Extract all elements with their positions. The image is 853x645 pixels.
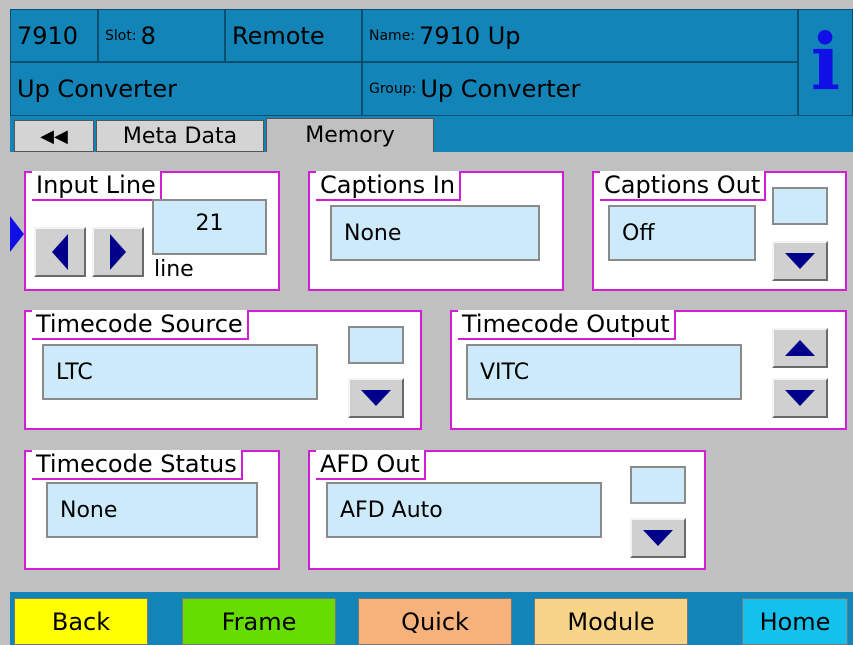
captions-out-field[interactable]: Off: [608, 205, 756, 261]
input-line-value[interactable]: 21: [152, 199, 267, 255]
input-line-increment-button[interactable]: [92, 227, 144, 277]
afd-out-down-button[interactable]: [630, 518, 686, 558]
timecode-status-panel: Timecode Status None: [24, 450, 280, 570]
timecode-output-up-button[interactable]: [772, 328, 828, 368]
timecode-status-value: None: [60, 497, 118, 523]
down-arrow-icon: [785, 390, 815, 406]
afd-out-value: AFD Auto: [340, 497, 443, 523]
module-button[interactable]: Module: [534, 598, 688, 645]
down-arrow-icon: [785, 253, 815, 269]
right-arrow-icon: [110, 234, 126, 270]
tab-memory[interactable]: Memory: [266, 118, 434, 152]
info-icon: i: [810, 16, 841, 108]
mode-label: Remote: [225, 9, 362, 62]
timecode-status-title: Timecode Status: [32, 450, 243, 480]
name-label: Name: 7910 Up: [362, 9, 798, 62]
captions-out-down-button[interactable]: [772, 241, 828, 281]
group-label-text: Group:: [369, 81, 417, 97]
model-text: 7910: [17, 21, 79, 50]
frame-button-label: Frame: [221, 607, 297, 636]
input-line-panel: Input Line 21 line: [24, 171, 280, 291]
captions-out-panel: Captions Out Off: [592, 171, 847, 291]
home-button-label: Home: [759, 607, 831, 636]
input-line-value-text: 21: [195, 211, 224, 236]
timecode-output-value: VITC: [480, 359, 530, 385]
tab-memory-label: Memory: [305, 123, 395, 148]
captions-out-title: Captions Out: [600, 171, 767, 201]
timecode-status-field: None: [46, 482, 258, 538]
timecode-source-panel: Timecode Source LTC: [24, 310, 422, 430]
slot-label: Slot: 8: [98, 9, 225, 62]
frame-button[interactable]: Frame: [182, 598, 336, 645]
name-value: 7910 Up: [419, 21, 521, 50]
timecode-source-down-button[interactable]: [348, 378, 404, 418]
tab-scroll-left-button[interactable]: ◀◀: [14, 120, 94, 152]
info-button[interactable]: i: [798, 9, 853, 116]
module-button-label: Module: [567, 607, 655, 636]
back-button[interactable]: Back: [14, 598, 148, 645]
slot-value: 8: [140, 21, 156, 50]
input-line-unit: line: [154, 257, 194, 282]
timecode-output-down-button[interactable]: [772, 378, 828, 418]
timecode-output-field[interactable]: VITC: [466, 344, 742, 400]
captions-in-title: Captions In: [316, 171, 462, 201]
timecode-output-panel: Timecode Output VITC: [450, 310, 847, 430]
tab-meta-data[interactable]: Meta Data: [96, 120, 264, 152]
quick-button-label: Quick: [401, 607, 469, 636]
timecode-source-field[interactable]: LTC: [42, 344, 318, 400]
captions-out-scroll-up-placeholder: [772, 187, 828, 225]
input-line-title: Input Line: [32, 171, 162, 201]
captions-in-panel: Captions In None: [308, 171, 564, 291]
timecode-source-title: Timecode Source: [32, 310, 249, 340]
left-arrow-icon: [52, 234, 68, 270]
afd-out-panel: AFD Out AFD Auto: [308, 450, 706, 570]
captions-in-field[interactable]: None: [330, 205, 540, 261]
up-arrow-icon: [785, 340, 815, 356]
afd-out-title: AFD Out: [316, 450, 426, 480]
selection-marker-icon: [10, 216, 24, 252]
back-button-label: Back: [51, 607, 111, 636]
double-left-arrow-icon: ◀◀: [40, 125, 68, 147]
afd-out-field[interactable]: AFD Auto: [326, 482, 602, 538]
name-label-text: Name:: [369, 27, 416, 44]
captions-out-value: Off: [622, 220, 655, 246]
down-arrow-icon: [361, 390, 391, 406]
group-label: Group: Up Converter: [362, 62, 798, 116]
mode-text: Remote: [232, 21, 325, 50]
timecode-source-scroll-up-placeholder: [348, 326, 404, 364]
captions-in-value: None: [344, 220, 402, 246]
input-line-decrement-button[interactable]: [34, 227, 86, 277]
type-text: Up Converter: [17, 75, 177, 103]
timecode-output-title: Timecode Output: [458, 310, 676, 340]
home-button[interactable]: Home: [742, 598, 848, 645]
model-label: 7910: [10, 9, 98, 62]
group-value: Up Converter: [420, 75, 581, 103]
afd-out-scroll-up-placeholder: [630, 466, 686, 504]
slot-label-text: Slot:: [105, 27, 137, 44]
quick-button[interactable]: Quick: [358, 598, 512, 645]
type-label: Up Converter: [10, 62, 362, 116]
tab-meta-data-label: Meta Data: [122, 123, 238, 149]
timecode-source-value: LTC: [56, 359, 93, 385]
down-arrow-icon: [643, 530, 673, 546]
